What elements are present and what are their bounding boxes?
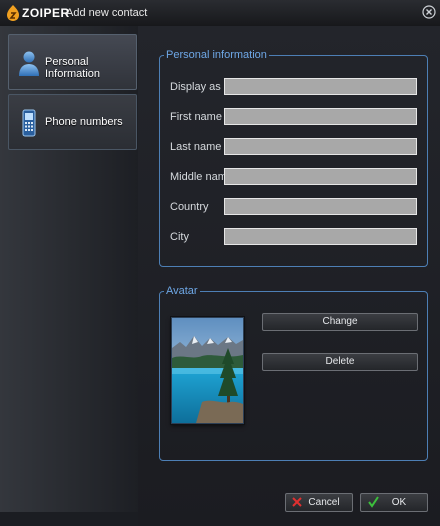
sidebar-item-label: Personal Information bbox=[45, 56, 101, 80]
sidebar: Personal Information Phone numbers bbox=[0, 26, 138, 512]
first-name-input[interactable] bbox=[224, 108, 417, 125]
cancel-button[interactable]: Cancel bbox=[285, 493, 353, 512]
personal-information-legend: Personal information bbox=[166, 49, 267, 61]
country-label: Country bbox=[170, 201, 209, 213]
avatar-image bbox=[171, 317, 244, 424]
last-name-label: Last name bbox=[170, 141, 222, 153]
app-brand: ZOIPER bbox=[22, 6, 70, 20]
zoiper-logo-icon bbox=[7, 5, 19, 21]
change-avatar-button[interactable]: Change bbox=[262, 313, 418, 331]
window-title: Add new contact bbox=[66, 7, 148, 19]
cancel-button-label: Cancel bbox=[308, 497, 340, 508]
delete-avatar-button[interactable]: Delete bbox=[262, 353, 418, 371]
first-name-label: First name bbox=[170, 111, 222, 123]
last-name-input[interactable] bbox=[224, 138, 417, 155]
title-bar: ZOIPER Add new contact bbox=[0, 0, 440, 27]
sidebar-item-label: Phone numbers bbox=[45, 116, 123, 128]
person-icon bbox=[19, 51, 39, 76]
ok-button[interactable]: OK bbox=[360, 493, 428, 512]
sidebar-item-personal-information[interactable]: Personal Information bbox=[8, 34, 137, 90]
sidebar-item-phone-numbers[interactable]: Phone numbers bbox=[8, 94, 137, 150]
country-input[interactable] bbox=[224, 198, 417, 215]
city-label: City bbox=[170, 231, 189, 243]
middle-name-input[interactable] bbox=[224, 168, 417, 185]
display-as-input[interactable] bbox=[224, 78, 417, 95]
ok-button-label: OK bbox=[391, 497, 407, 508]
avatar-legend: Avatar bbox=[166, 285, 198, 297]
city-input[interactable] bbox=[224, 228, 417, 245]
close-icon[interactable] bbox=[422, 5, 436, 19]
display-as-label: Display as bbox=[170, 81, 221, 93]
phone-icon bbox=[22, 109, 36, 137]
